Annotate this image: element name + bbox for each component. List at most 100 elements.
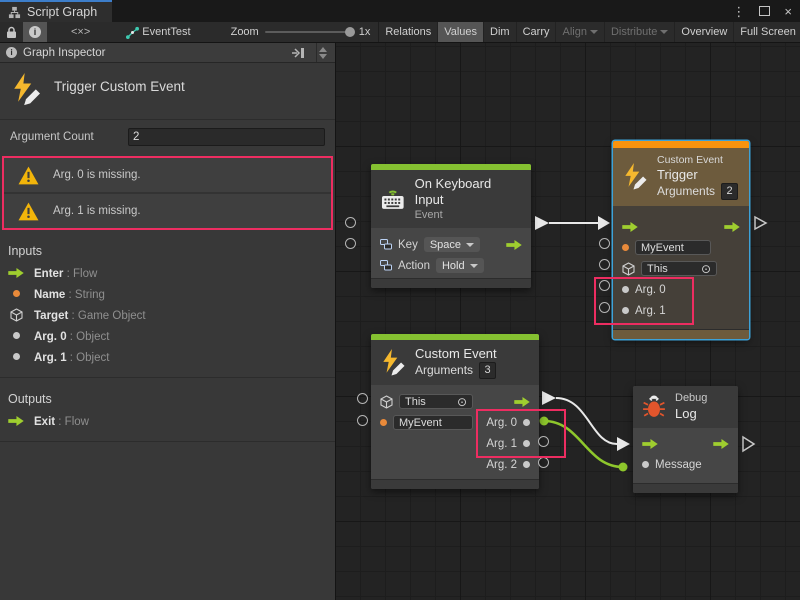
graph-canvas[interactable]: On Keyboard Input Event Key Space Acti	[336, 43, 800, 600]
target-icon[interactable]: ⊙	[457, 396, 467, 408]
script-graph-icon	[8, 6, 21, 19]
zoom-slider[interactable]	[265, 31, 353, 33]
dock-panel-icon[interactable]	[290, 47, 306, 59]
align-dropdown[interactable]: Align	[556, 22, 604, 42]
cube-icon	[380, 395, 393, 409]
warning-row: Arg. 1 is missing.	[4, 192, 331, 228]
argument-count-input[interactable]	[128, 128, 325, 146]
flow-input-arrow-icon[interactable]	[622, 222, 638, 232]
action-row: Action Hold	[371, 255, 531, 276]
lock-icon	[6, 26, 17, 39]
carry-button[interactable]: Carry	[517, 22, 557, 42]
value-port-connected[interactable]	[619, 463, 628, 472]
object-port-icon	[622, 286, 629, 293]
distribute-dropdown[interactable]: Distribute	[605, 22, 675, 42]
object-port-icon	[523, 461, 530, 468]
input-row: Target : Game Object	[0, 304, 335, 325]
event-name-field[interactable]: MyEvent	[393, 415, 473, 430]
value-port[interactable]	[357, 393, 368, 404]
object-port-icon	[642, 461, 649, 468]
node-trigger-custom-event[interactable]: Custom Event Trigger Arguments2 MyEvent	[613, 141, 749, 339]
panel-spinner[interactable]	[316, 43, 329, 62]
message-row: Message	[633, 454, 738, 475]
value-port[interactable]	[345, 217, 356, 228]
window-controls: ⋮ ×	[732, 0, 800, 22]
flow-wire	[556, 398, 617, 444]
action-dropdown[interactable]: Hold	[436, 258, 484, 273]
node-title: Trigger	[657, 167, 738, 183]
code-view-button[interactable]: <×>	[65, 22, 96, 42]
node-debug-log[interactable]: Debug Log Message	[633, 386, 738, 493]
tab-script-graph[interactable]: Script Graph	[0, 0, 112, 22]
flow-output-arrow-icon[interactable]	[713, 439, 729, 449]
key-dropdown[interactable]: Space	[424, 237, 480, 252]
cube-icon	[10, 308, 23, 322]
value-port-connected[interactable]	[540, 417, 549, 426]
flow-output-arrow-icon[interactable]	[514, 397, 530, 407]
unit-header: Trigger Custom Event	[0, 63, 335, 119]
values-button[interactable]: Values	[438, 22, 484, 42]
object-port-icon	[523, 440, 530, 447]
flow-output-arrow-icon[interactable]	[724, 222, 740, 232]
chevron-down-icon	[590, 30, 598, 34]
trigger-colorbar	[613, 141, 749, 148]
bug-icon	[642, 395, 666, 419]
value-port[interactable]	[357, 415, 368, 426]
inputs-heading: Inputs	[0, 230, 335, 262]
arguments-count-box[interactable]: 2	[721, 183, 738, 200]
output-row: Exit : Flow	[0, 410, 335, 431]
node-on-keyboard-input[interactable]: On Keyboard Input Event Key Space Acti	[371, 164, 531, 288]
flow-row	[613, 216, 749, 237]
value-port[interactable]	[538, 457, 549, 468]
flow-output-arrow-icon[interactable]	[506, 240, 522, 250]
key-label: Key	[398, 239, 418, 251]
lock-button[interactable]	[0, 22, 23, 42]
flow-arrowhead	[617, 437, 630, 451]
window-menu-icon[interactable]: ⋮	[732, 5, 745, 18]
zoom-slider-knob[interactable]	[345, 27, 355, 37]
flow-arrow-icon	[8, 416, 24, 426]
close-icon[interactable]: ×	[784, 5, 792, 18]
event-name-field[interactable]: MyEvent	[635, 240, 711, 255]
relations-button[interactable]: Relations	[379, 22, 438, 42]
warning-text: Arg. 1 is missing.	[53, 205, 141, 217]
node-custom-event[interactable]: Custom Event Arguments3 This⊙ MyEvent	[371, 334, 539, 489]
full-screen-button[interactable]: Full Screen	[734, 22, 800, 42]
argument-count-label: Argument Count	[10, 131, 128, 143]
warnings-annotation-box: Arg. 0 is missing. Arg. 1 is missing.	[2, 156, 333, 230]
warning-icon	[18, 202, 39, 221]
chevron-down-icon	[470, 264, 478, 268]
value-port[interactable]	[599, 238, 610, 249]
target-field[interactable]: This⊙	[641, 261, 717, 276]
zoom-control: Zoom 1x	[223, 26, 379, 38]
target-field[interactable]: This⊙	[399, 394, 473, 409]
value-port[interactable]	[599, 280, 610, 291]
target-row: This⊙	[613, 258, 749, 279]
maximize-icon[interactable]	[759, 6, 770, 16]
arguments-count-box[interactable]: 3	[479, 362, 496, 379]
value-port[interactable]	[345, 238, 356, 249]
flow-input-arrow-icon[interactable]	[642, 439, 658, 449]
node-title: On Keyboard Input	[415, 176, 522, 209]
flow-port-triangle[interactable]	[755, 217, 766, 229]
flow-port-triangle[interactable]	[743, 437, 754, 451]
value-port[interactable]	[538, 436, 549, 447]
cube-icon	[622, 262, 635, 276]
dim-button[interactable]: Dim	[484, 22, 517, 42]
code-icon: <×>	[71, 26, 90, 38]
overview-button[interactable]: Overview	[675, 22, 734, 42]
flow-arrow-icon	[8, 268, 24, 278]
value-port[interactable]	[599, 302, 610, 313]
script-graph-window: Script Graph ⋮ × i <×> EventTest	[0, 0, 800, 600]
inspector-header: i Graph Inspector	[0, 43, 335, 63]
flow-arrowhead	[598, 216, 610, 230]
unit-title: Trigger Custom Event	[54, 79, 185, 94]
graph-breadcrumb[interactable]: EventTest	[116, 22, 196, 42]
target-icon[interactable]: ⊙	[701, 263, 711, 275]
graph-icon	[126, 26, 139, 39]
value-port[interactable]	[599, 259, 610, 270]
arg1-row: Arg. 1	[371, 433, 539, 454]
inspector-toggle-button[interactable]: i	[23, 22, 47, 42]
input-row: Name : String	[0, 283, 335, 304]
string-port-icon	[13, 290, 20, 297]
